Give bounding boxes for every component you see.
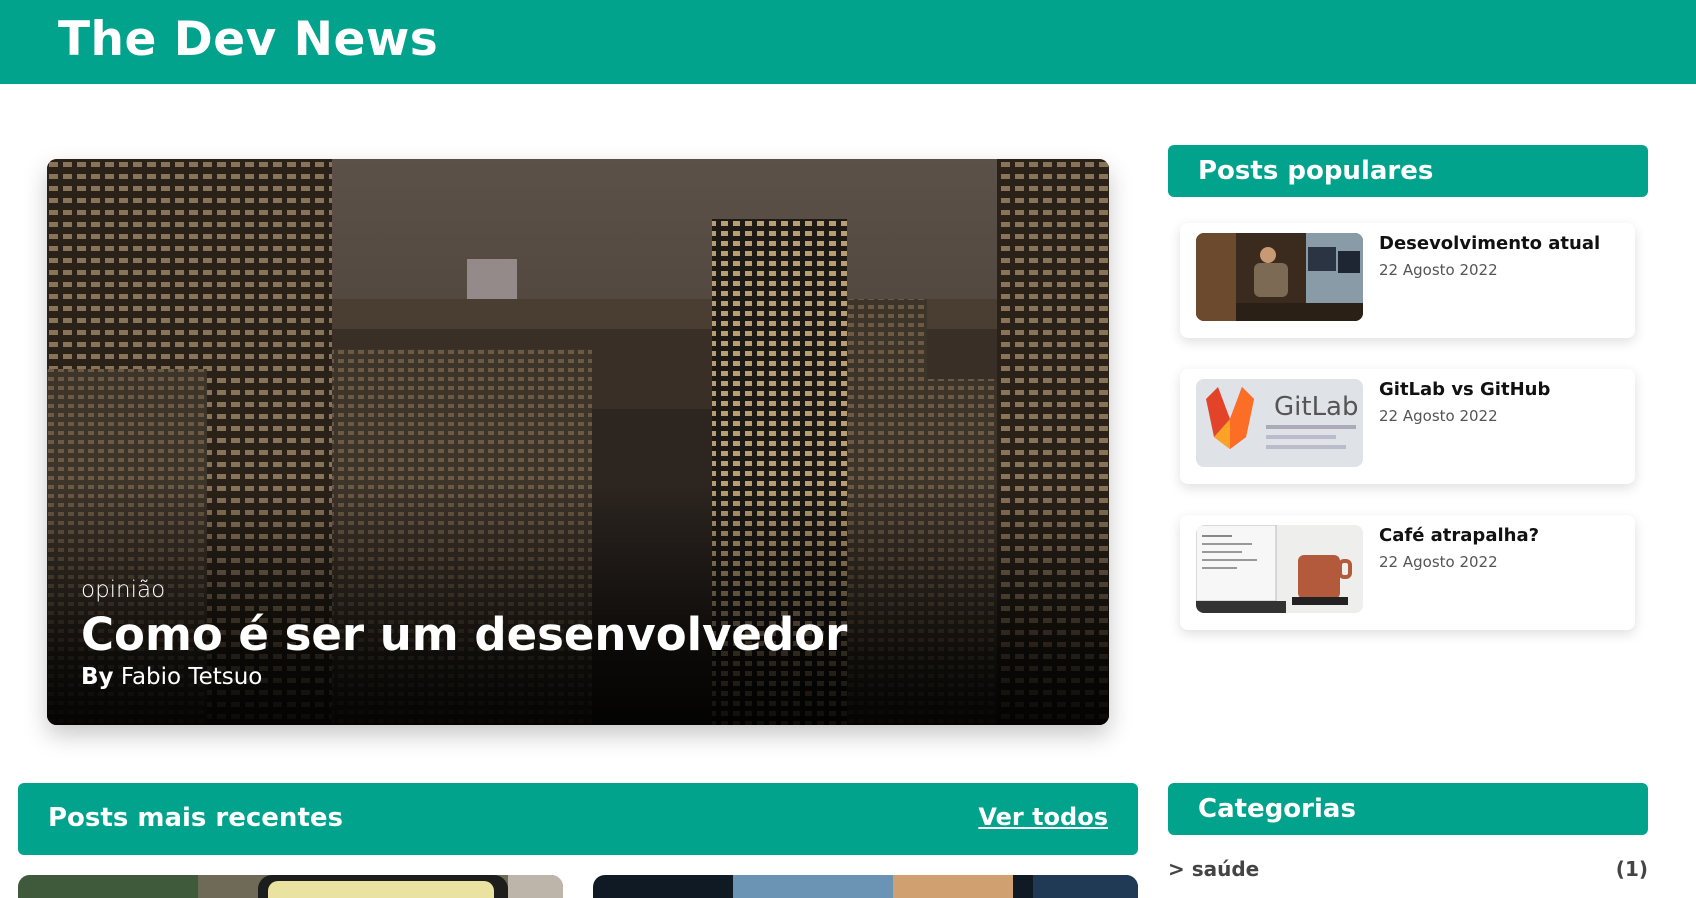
featured-post-author: By Fabio Tetsuo xyxy=(81,664,262,690)
featured-post-category[interactable]: opinião xyxy=(81,577,165,603)
featured-post-title[interactable]: Como é ser um desenvolvedor xyxy=(81,608,847,661)
popular-post-item[interactable]: Café atrapalha? 22 Agosto 2022 xyxy=(1180,515,1635,630)
site-logo-title[interactable]: The Dev News xyxy=(58,12,438,67)
recent-post-card[interactable] xyxy=(18,875,563,898)
popular-post-title[interactable]: GitLab vs GitHub xyxy=(1379,379,1550,400)
top-header: The Dev News xyxy=(0,0,1696,84)
category-name[interactable]: > saúde xyxy=(1168,857,1259,881)
featured-post-card[interactable]: opinião Como é ser um desenvolvedor By F… xyxy=(47,159,1109,725)
popular-post-item[interactable]: GitLab GitLab vs GitHub 22 Agosto 2022 xyxy=(1180,369,1635,484)
categories-heading: Categorias xyxy=(1168,783,1648,835)
category-item[interactable]: > saúde (1) xyxy=(1168,855,1648,885)
popular-post-date: 22 Agosto 2022 xyxy=(1379,553,1498,571)
view-all-link[interactable]: Ver todos xyxy=(978,803,1108,831)
gitlab-thumbnail-text: GitLab xyxy=(1274,392,1359,422)
popular-post-item[interactable]: Desevolvimento atual 22 Agosto 2022 xyxy=(1180,223,1635,338)
popular-post-title[interactable]: Desevolvimento atual xyxy=(1379,233,1600,254)
popular-post-title[interactable]: Café atrapalha? xyxy=(1379,525,1539,546)
author-prefix: By xyxy=(81,664,114,690)
recent-posts-header: Posts mais recentes Ver todos xyxy=(18,783,1138,855)
popular-posts-heading: Posts populares xyxy=(1168,145,1648,197)
popular-post-date: 22 Agosto 2022 xyxy=(1379,407,1498,425)
popular-post-thumbnail xyxy=(1196,233,1363,321)
category-count: (1) xyxy=(1615,857,1648,881)
recent-posts-heading: Posts mais recentes xyxy=(48,803,343,833)
author-name: Fabio Tetsuo xyxy=(120,664,263,690)
recent-post-card[interactable] xyxy=(593,875,1138,898)
recent-post-thumbnail xyxy=(18,875,563,898)
recent-post-thumbnail xyxy=(593,875,1138,898)
popular-post-thumbnail: GitLab xyxy=(1196,379,1363,467)
popular-post-thumbnail xyxy=(1196,525,1363,613)
popular-post-date: 22 Agosto 2022 xyxy=(1379,261,1498,279)
